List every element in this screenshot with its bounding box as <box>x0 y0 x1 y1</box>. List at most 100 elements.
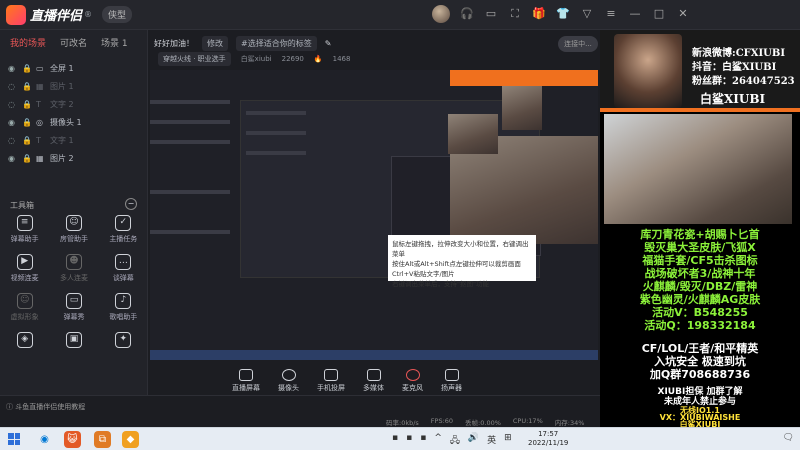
center-panel: 好好加油！ 修改 #选择适合你的标签 ✎ 穿越火线 · 职业选手 白鲨xiubi… <box>148 30 600 395</box>
pencil-icon[interactable]: ✎ <box>325 39 332 48</box>
system-clock[interactable]: 17:57 2022/11/19 <box>528 430 568 448</box>
network-icon[interactable]: 🖧 <box>450 433 460 449</box>
tool-room-admin[interactable]: ☺ 房管助手 <box>49 215 98 244</box>
cpu-stat: CPU:17% <box>512 417 543 425</box>
media-icon <box>366 369 381 381</box>
tool-singing[interactable]: ♪ 歌唱助手 <box>99 293 148 322</box>
tool-label: 多人连麦 <box>59 274 88 282</box>
source-item[interactable]: ◌ 🔒 T 文字 2 <box>0 95 147 113</box>
promo-line: 加Q群708688736 <box>649 368 751 381</box>
user-avatar[interactable] <box>432 5 450 23</box>
tool-game[interactable]: ◈ <box>0 332 49 351</box>
tool-virtual-avatar[interactable]: ☺ 虚拟形象 <box>0 293 49 322</box>
tab-my-scenes[interactable]: 我的场景 <box>10 36 46 49</box>
gift-icon[interactable]: 🎁 <box>532 7 546 21</box>
source-add-bar: 直播屏幕 摄像头 手机投屏 多媒体 麦克风 扬声器 <box>148 367 600 395</box>
microphone-button[interactable]: 麦克风 <box>402 369 423 393</box>
eye-off-icon[interactable]: ◌ <box>8 100 18 109</box>
tool-label: 歌唱助手 <box>109 313 138 321</box>
screen-icon: ▭ <box>36 63 44 73</box>
edge-icon[interactable]: ◉ <box>36 431 53 448</box>
lock-icon[interactable]: 🔒 <box>22 64 32 73</box>
menu-icon[interactable]: ≡ <box>604 7 618 21</box>
source-item[interactable]: ◉ 🔒 ◎ 摄像头 1 <box>0 113 147 131</box>
add-screen-button[interactable]: 直播屏幕 <box>232 369 260 393</box>
toolbox-title: 工具箱 <box>10 201 34 210</box>
tool-anchor-task[interactable]: ✓ 主播任务 <box>99 215 148 244</box>
source-label: 图片 2 <box>50 153 74 163</box>
clock-date: 2022/11/19 <box>528 439 569 447</box>
tool-danmu-helper[interactable]: ≡ 弹幕助手 <box>0 215 49 244</box>
speaker-button[interactable]: 扬声器 <box>441 369 462 393</box>
tray-app-icon[interactable]: ▪ <box>392 433 398 449</box>
tool-label: 谈弹幕 <box>112 274 134 282</box>
camera-icon <box>281 369 296 381</box>
eye-icon[interactable]: ◉ <box>8 118 18 127</box>
source-item[interactable]: ◉ 🔒 ▭ 全屏 1 <box>0 59 147 77</box>
source-list: ◉ 🔒 ▭ 全屏 1 ◌ 🔒 ▦ 图片 1 ◌ 🔒 T 文字 2 ◉ 🔒 ◎ 摄像头 1 ◌ 🔒 T 文字 1… <box>0 59 147 167</box>
lock-icon[interactable]: 🔒 <box>22 82 32 91</box>
tool-talk-danmu[interactable]: … 谈弹幕 <box>99 254 148 283</box>
app-icon-1[interactable]: 😺 <box>64 431 81 448</box>
mode-button[interactable]: 侠型 <box>102 6 133 23</box>
go-live-button[interactable]: 连接中... <box>558 36 598 52</box>
tray-app-icon[interactable]: ▪ <box>406 433 412 449</box>
streamer-photo <box>614 34 682 108</box>
lock-icon[interactable]: 🔒 <box>22 136 32 145</box>
volume-icon[interactable]: 🔊 <box>468 433 479 449</box>
eye-icon[interactable]: ◉ <box>8 154 18 163</box>
tab-rename[interactable]: 可改名 <box>60 36 87 49</box>
ime-mode-icon[interactable]: ⊞ <box>504 433 512 449</box>
tag-selector[interactable]: #选择适合你的标签 <box>236 36 317 51</box>
lock-icon[interactable]: 🔒 <box>22 118 32 127</box>
filter-icon[interactable]: ▽ <box>580 7 594 21</box>
tool-star[interactable]: ✦ <box>99 332 148 351</box>
tray-app-icon[interactable]: ▪ <box>420 433 426 449</box>
dropped-frames-stat: 丢帧:0.00% <box>465 419 501 427</box>
eye-off-icon[interactable]: ◌ <box>8 136 18 145</box>
source-item[interactable]: ◌ 🔒 ▦ 图片 1 <box>0 77 147 95</box>
tooltip-line: 按住Alt或Alt+Shift点左键拉伸可以裁剪画面 <box>392 260 521 268</box>
button-label: 直播屏幕 <box>232 384 260 392</box>
app-icon-2[interactable]: ⧉ <box>94 431 111 448</box>
windows-start-icon[interactable] <box>8 433 20 445</box>
notification-icon[interactable]: 🗨 <box>783 433 794 443</box>
tool-danmu-show[interactable]: ▭ 弹幕秀 <box>49 293 98 322</box>
eye-off-icon[interactable]: ◌ <box>8 82 18 91</box>
tutorial-link[interactable]: ⓘ 斗鱼直播伴侣使用教程 <box>6 402 85 412</box>
maximize-icon[interactable]: □ <box>652 7 666 21</box>
camera-icon: ◎ <box>36 117 43 127</box>
eye-icon[interactable]: ◉ <box>8 64 18 73</box>
ime-indicator[interactable]: 英 <box>487 433 496 449</box>
promo-line: 活动V：B548255 <box>652 306 748 319</box>
speaker-icon <box>444 369 459 381</box>
source-item[interactable]: ◌ 🔒 T 文字 1 <box>0 131 147 149</box>
add-phone-cast-button[interactable]: 手机投屏 <box>317 369 345 393</box>
fullscreen-icon[interactable]: ⛶ <box>508 7 522 21</box>
stream-preview[interactable]: 鼠标左键拖拽，拉伸改变大小和位置，右键调出菜单 按住Alt或Alt+Shift点… <box>150 70 598 360</box>
tab-scene-1[interactable]: 场景 1 <box>101 36 128 49</box>
add-media-button[interactable]: 多媒体 <box>363 369 384 393</box>
minimize-icon[interactable]: — <box>628 7 642 21</box>
tool-record[interactable]: ▣ <box>49 332 98 351</box>
source-label: 全屏 1 <box>50 63 74 73</box>
tool-multi-link[interactable]: ☻ 多人连麦 <box>49 254 98 283</box>
logo-mark-icon <box>6 4 26 25</box>
toolbox-grid: ≡ 弹幕助手 ☺ 房管助手 ✓ 主播任务 ▶ 视频连麦 ☻ 多人连麦 … 谈弹幕 ☺ 虚拟形象… <box>0 215 148 351</box>
source-item[interactable]: ◉ 🔒 ▦ 图片 2 <box>0 149 147 167</box>
lock-icon[interactable]: 🔒 <box>22 100 32 109</box>
wallet-icon[interactable]: ▭ <box>484 7 498 21</box>
app-icon-3[interactable]: ◆ <box>122 431 139 448</box>
app-window: 直播伴侣 ® 侠型 🎧 ▭ ⛶ 🎁 👕 ▽ ≡ — □ ✕ 我的场景 可改名 场… <box>0 0 800 450</box>
category-chip[interactable]: 穿越火线 · 职业选手 <box>158 52 231 66</box>
add-camera-button[interactable]: 摄像头 <box>278 369 299 393</box>
likes-count: 1468 <box>332 55 351 63</box>
lock-icon[interactable]: 🔒 <box>22 154 32 163</box>
chevron-up-icon[interactable]: ^ <box>434 433 442 449</box>
shirt-icon[interactable]: 👕 <box>556 7 570 21</box>
edit-title-button[interactable]: 修改 <box>202 36 228 51</box>
headset-icon[interactable]: 🎧 <box>460 7 474 21</box>
close-icon[interactable]: ✕ <box>676 7 690 21</box>
collapse-icon[interactable]: − <box>125 198 137 210</box>
tool-video-link[interactable]: ▶ 视频连麦 <box>0 254 49 283</box>
